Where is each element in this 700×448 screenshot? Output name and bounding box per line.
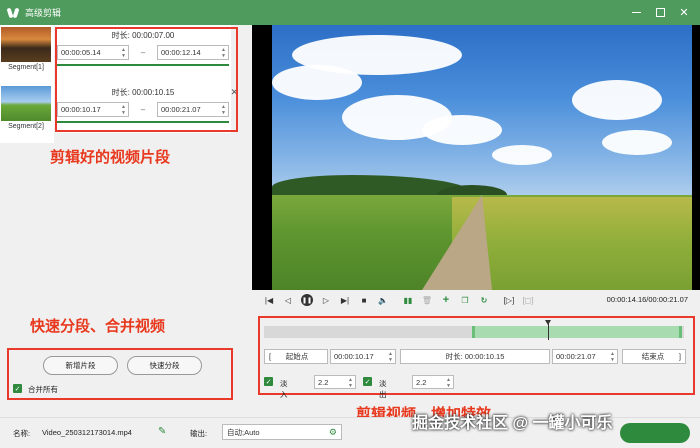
bracket-open-icon: [	[269, 351, 272, 361]
copy-icon[interactable]: ❐	[458, 293, 472, 307]
minimize-icon	[631, 12, 641, 13]
video-frame	[272, 25, 692, 290]
merge-all-label: 合并所有	[28, 385, 58, 394]
video-cloud	[602, 130, 672, 155]
trim-duration-value: 时长: 00:00:10.15	[445, 351, 505, 361]
thumbnail-image	[1, 27, 51, 62]
edit-name-icon[interactable]: ✎	[158, 426, 166, 437]
annotation-clips: 剪辑好的视频片段	[50, 149, 171, 166]
fade-out-checkbox[interactable]: ✓	[363, 377, 372, 386]
bracket-close-icon: ]	[678, 351, 681, 361]
title-bar: 高级剪辑 ✕	[0, 0, 700, 25]
thumbnail-label: Segment[1]	[8, 64, 44, 71]
app-logo-icon	[7, 7, 19, 19]
output-select[interactable]: 自动;Auto ⚙	[222, 424, 342, 440]
end-point-label: 结束点	[641, 351, 665, 361]
output-value: 自动;Auto	[227, 427, 260, 437]
spin-arrows-icon[interactable]: ▲ ▼	[348, 377, 353, 389]
maximize-button[interactable]	[648, 0, 672, 25]
stop-icon[interactable]: ■	[357, 293, 371, 307]
video-preview[interactable]	[252, 25, 700, 290]
step-forward-icon[interactable]: ▷	[319, 293, 333, 307]
output-label: 输出:	[190, 429, 208, 438]
highlight-box	[55, 27, 238, 132]
maximize-icon	[655, 8, 665, 17]
video-road	[422, 195, 492, 290]
fade-out-value: 2.2	[416, 377, 427, 387]
fade-out-label: 淡出	[379, 379, 387, 399]
mark-out-icon[interactable]: [◻]	[521, 293, 535, 307]
delete-icon[interactable]: 🗑	[420, 293, 434, 307]
quick-split-button[interactable]: 快速分段	[127, 356, 202, 375]
start-point-button[interactable]: [ 起始点	[264, 348, 328, 364]
spin-arrows-icon[interactable]: ▲ ▼	[610, 351, 615, 363]
fade-in-checkbox[interactable]: ✓	[264, 377, 273, 386]
mark-in-icon[interactable]: [▷]	[502, 293, 516, 307]
name-label: 名称:	[13, 429, 31, 438]
split-icon[interactable]: ▮▮	[401, 293, 415, 307]
skip-start-icon[interactable]: |◀	[262, 293, 276, 307]
end-point-button[interactable]: 结束点 ]	[622, 348, 686, 364]
timeline-selection[interactable]	[472, 326, 682, 338]
close-button[interactable]: ✕	[672, 0, 696, 25]
add-icon[interactable]: +	[439, 293, 453, 307]
spin-arrows-icon[interactable]: ▲ ▼	[446, 377, 451, 389]
player-controls: |◀ ◁ ❚❚ ▷ ▶| ■ 🔈 ▮▮ 🗑 + ❐ ↻ [▷] [◻] 00:0…	[252, 290, 700, 310]
skip-end-icon[interactable]: ▶|	[338, 293, 352, 307]
spin-arrows-icon[interactable]: ▲ ▼	[388, 351, 393, 363]
minimize-button[interactable]	[624, 0, 648, 25]
thumbnail-image	[1, 86, 51, 121]
trim-end-value: 00:00:21.07	[556, 351, 596, 361]
step-back-icon[interactable]: ◁	[281, 293, 295, 307]
gear-icon[interactable]: ⚙	[329, 427, 337, 438]
timecode: 00:00:14.16/00:00:21.07	[606, 295, 688, 304]
fade-in-label: 淡入	[280, 379, 288, 399]
video-cloud	[572, 80, 662, 120]
close-icon: ✕	[679, 7, 689, 19]
trim-start-value: 00:00:10.17	[334, 351, 374, 361]
start-button[interactable]	[620, 423, 690, 443]
start-point-label: 起始点	[285, 351, 309, 361]
annotation-split-merge: 快速分段、合并视频	[30, 318, 166, 335]
timeline-playhead[interactable]	[545, 320, 551, 340]
window-title: 高级剪辑	[25, 8, 62, 18]
thumbnail-list: Segment[1] Segment[2]	[0, 25, 54, 143]
volume-icon[interactable]: 🔈	[376, 293, 390, 307]
trim-row: [ 起始点 00:00:10.17 ▲ ▼ 时长: 00:00:10.15 00:0…	[264, 348, 686, 364]
timeline-track[interactable]	[264, 320, 684, 340]
thumbnail-segment-2[interactable]: Segment[2]	[1, 86, 51, 130]
video-cloud	[492, 145, 552, 165]
refresh-icon[interactable]: ↻	[477, 293, 491, 307]
fade-out-input[interactable]: 2.2 ▲ ▼	[412, 375, 454, 389]
merge-all-checkbox[interactable]: ✓	[13, 384, 22, 393]
video-cloud	[422, 115, 502, 145]
trim-end-field[interactable]: 00:00:21.07 ▲ ▼	[552, 348, 618, 364]
watermark: 掘金技术社区 @ 一罐小可乐	[412, 415, 613, 432]
trim-start-field[interactable]: 00:00:10.17 ▲ ▼	[330, 348, 396, 364]
thumbnail-segment-1[interactable]: Segment[1]	[1, 27, 51, 71]
file-name: Video_250312173014.mp4	[42, 428, 132, 437]
video-cloud	[272, 65, 362, 100]
thumbnail-label: Segment[2]	[8, 123, 44, 130]
pause-icon: ❚❚	[301, 294, 313, 306]
play-button[interactable]: ❚❚	[300, 293, 314, 307]
fade-in-value: 2.2	[318, 377, 329, 387]
fade-in-input[interactable]: 2.2 ▲ ▼	[314, 375, 356, 389]
left-panel: Segment[1] Segment[2] 时长: 00:00:07.00 00…	[0, 25, 250, 417]
trim-duration: 时长: 00:00:10.15	[400, 348, 550, 364]
add-segment-button[interactable]: 新增片段	[43, 356, 118, 375]
